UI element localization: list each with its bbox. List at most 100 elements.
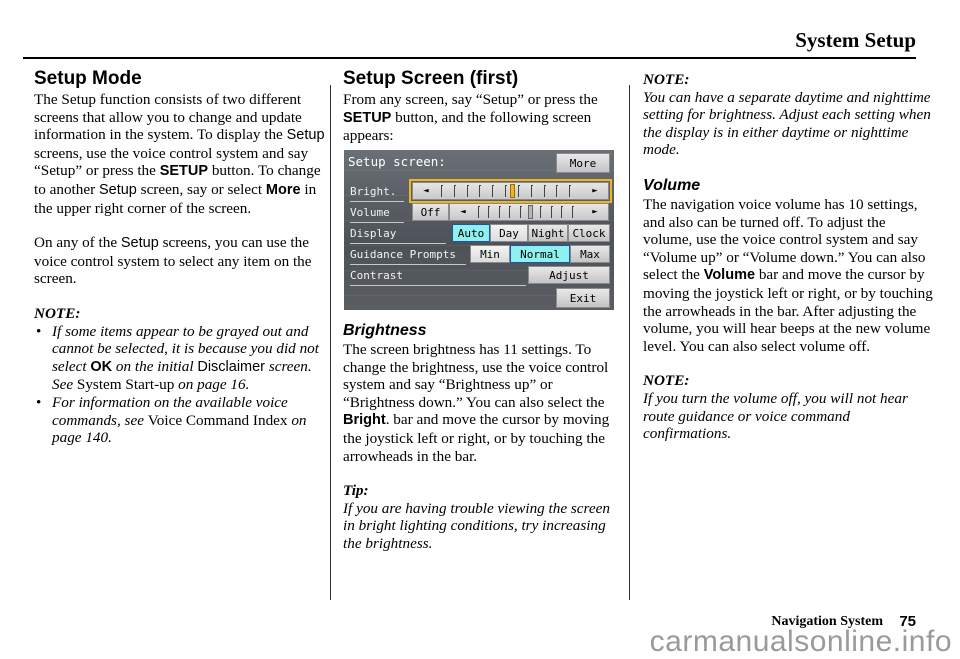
text-run: From any screen, say “Setup” or press th… (343, 91, 598, 108)
text-run: on the initial (112, 357, 198, 375)
section-heading-setup-mode: Setup Mode (34, 68, 142, 89)
slider-tick (498, 206, 501, 218)
guidance-min-button[interactable]: Min (470, 245, 510, 263)
guidance-normal-button[interactable]: Normal (510, 245, 570, 263)
text-run: on page 16. (174, 376, 250, 394)
bullet: • (36, 322, 42, 340)
text-run: Bright (343, 412, 386, 429)
slider-tick (543, 185, 546, 197)
slider-tick (488, 206, 491, 218)
exit-button[interactable]: Exit (556, 288, 610, 308)
display-night-button[interactable]: Night (528, 224, 568, 242)
subsection-heading-brightness: Brightness (343, 322, 427, 339)
volume-slider[interactable]: ◄ ► (449, 203, 609, 221)
text-run: On any of the (34, 234, 121, 252)
arrow-left-icon[interactable]: ◄ (415, 183, 437, 199)
volume-off-button[interactable]: Off (412, 203, 449, 221)
note-item-voice-commands: • For information on the available voice … (34, 394, 326, 447)
text-run: Voice Command Index (147, 411, 288, 429)
text-run: Setup (98, 181, 137, 198)
setup-mode-paragraph-1: The Setup function consists of two diffe… (34, 91, 326, 217)
column-notes-volume: NOTE: You can have a separate daytime an… (643, 67, 933, 443)
slider-tick (571, 206, 574, 218)
tip-text: If you are having trouble viewing the sc… (343, 499, 610, 552)
brightness-slider[interactable]: ◄ ► (409, 179, 612, 203)
volume-paragraph: The navigation voice volume has 10 setti… (643, 196, 933, 355)
setup-screen-image: Setup screen: More Bright. ◄ ► Volume Of… (344, 150, 614, 310)
text-run: screen, say or select (136, 180, 266, 198)
brightness-paragraph: The screen brightness has 11 settings. T… (343, 341, 625, 465)
brightness-cursor[interactable] (509, 184, 515, 198)
note-daytime-nighttime: You can have a separate daytime and nigh… (643, 88, 931, 159)
watermark: carmanualsonline.info (649, 625, 952, 658)
text-run: OK (90, 358, 113, 375)
text-run: Setup (120, 235, 159, 252)
label-underline (350, 264, 466, 265)
display-label: Display (350, 227, 397, 240)
slider-tick (453, 185, 456, 197)
arrow-right-icon[interactable]: ► (584, 183, 606, 199)
text-run: Volume (703, 267, 756, 284)
slider-tick (478, 206, 480, 218)
note-label: NOTE: (34, 304, 81, 322)
volume-cursor[interactable] (528, 205, 533, 219)
slider-tick (517, 185, 520, 197)
text-run: SETUP (159, 163, 209, 180)
arrow-right-icon[interactable]: ► (584, 204, 606, 220)
column-setup-mode: Setup Mode The Setup function consists o… (34, 67, 326, 447)
display-auto-button[interactable]: Auto (452, 224, 490, 242)
contrast-label: Contrast (350, 269, 403, 282)
text-run: The Setup function consists of two diffe… (34, 91, 302, 144)
volume-label: Volume (350, 206, 390, 219)
slider-tick (466, 185, 469, 197)
note-text: For information on the available voice c… (52, 394, 307, 446)
note-volume-off: If you turn the volume off, you will not… (643, 389, 908, 443)
text-run: More (265, 181, 301, 198)
note-list: • If some items appear to be grayed out a… (34, 323, 326, 447)
section-heading-setup-screen: Setup Screen (first) (343, 68, 519, 89)
column-divider (629, 85, 630, 600)
text-run: System Start-up (76, 376, 175, 394)
slider-tick (561, 206, 564, 218)
slider-tick (550, 206, 553, 218)
header-rule (23, 57, 916, 59)
label-underline (350, 285, 526, 286)
text-run: The screen brightness has 11 settings. T… (343, 341, 609, 411)
contrast-adjust-button[interactable]: Adjust (528, 266, 610, 284)
subsection-heading-volume: Volume (643, 176, 701, 194)
bright-label: Bright. (350, 185, 397, 198)
label-underline (350, 243, 446, 244)
slider-tick (569, 185, 572, 197)
note-label: NOTE: (643, 372, 690, 390)
setup-screen-intro: From any screen, say “Setup” or press th… (343, 91, 625, 145)
text-run: SETUP (343, 109, 392, 126)
note-label: NOTE: (643, 71, 690, 88)
slider-tick (441, 185, 443, 197)
label-underline (350, 201, 404, 202)
brightness-section: Brightness The screen brightness has 11 … (343, 321, 625, 553)
more-button[interactable]: More (556, 153, 610, 173)
label-underline (350, 222, 404, 223)
text-run: Setup (286, 127, 325, 144)
display-day-button[interactable]: Day (490, 224, 528, 242)
slider-tick (505, 185, 508, 197)
column-divider (330, 85, 331, 600)
page-header-title: System Setup (795, 28, 916, 52)
slider-tick (556, 185, 559, 197)
guidance-max-button[interactable]: Max (570, 245, 610, 263)
column-setup-screen: Setup Screen (first) From any screen, sa… (343, 67, 625, 145)
slider-tick (509, 206, 512, 218)
bullet: • (36, 393, 42, 411)
slider-tick (479, 185, 482, 197)
guidance-prompts-label: Guidance Prompts (350, 248, 456, 261)
text-run: Disclaimer (197, 358, 266, 375)
slider-tick (540, 206, 543, 218)
display-clock-button[interactable]: Clock (568, 224, 610, 242)
arrow-left-icon[interactable]: ◄ (452, 204, 474, 220)
note-item-grayed-out: • If some items appear to be grayed out a… (34, 323, 326, 394)
screen-title: Setup screen: (348, 154, 446, 169)
slider-tick (492, 185, 495, 197)
slider-tick (530, 185, 533, 197)
note-text: If some items appear to be grayed out an… (52, 323, 319, 394)
setup-mode-paragraph-2: On any of the Setup screens, you can use… (34, 234, 326, 288)
